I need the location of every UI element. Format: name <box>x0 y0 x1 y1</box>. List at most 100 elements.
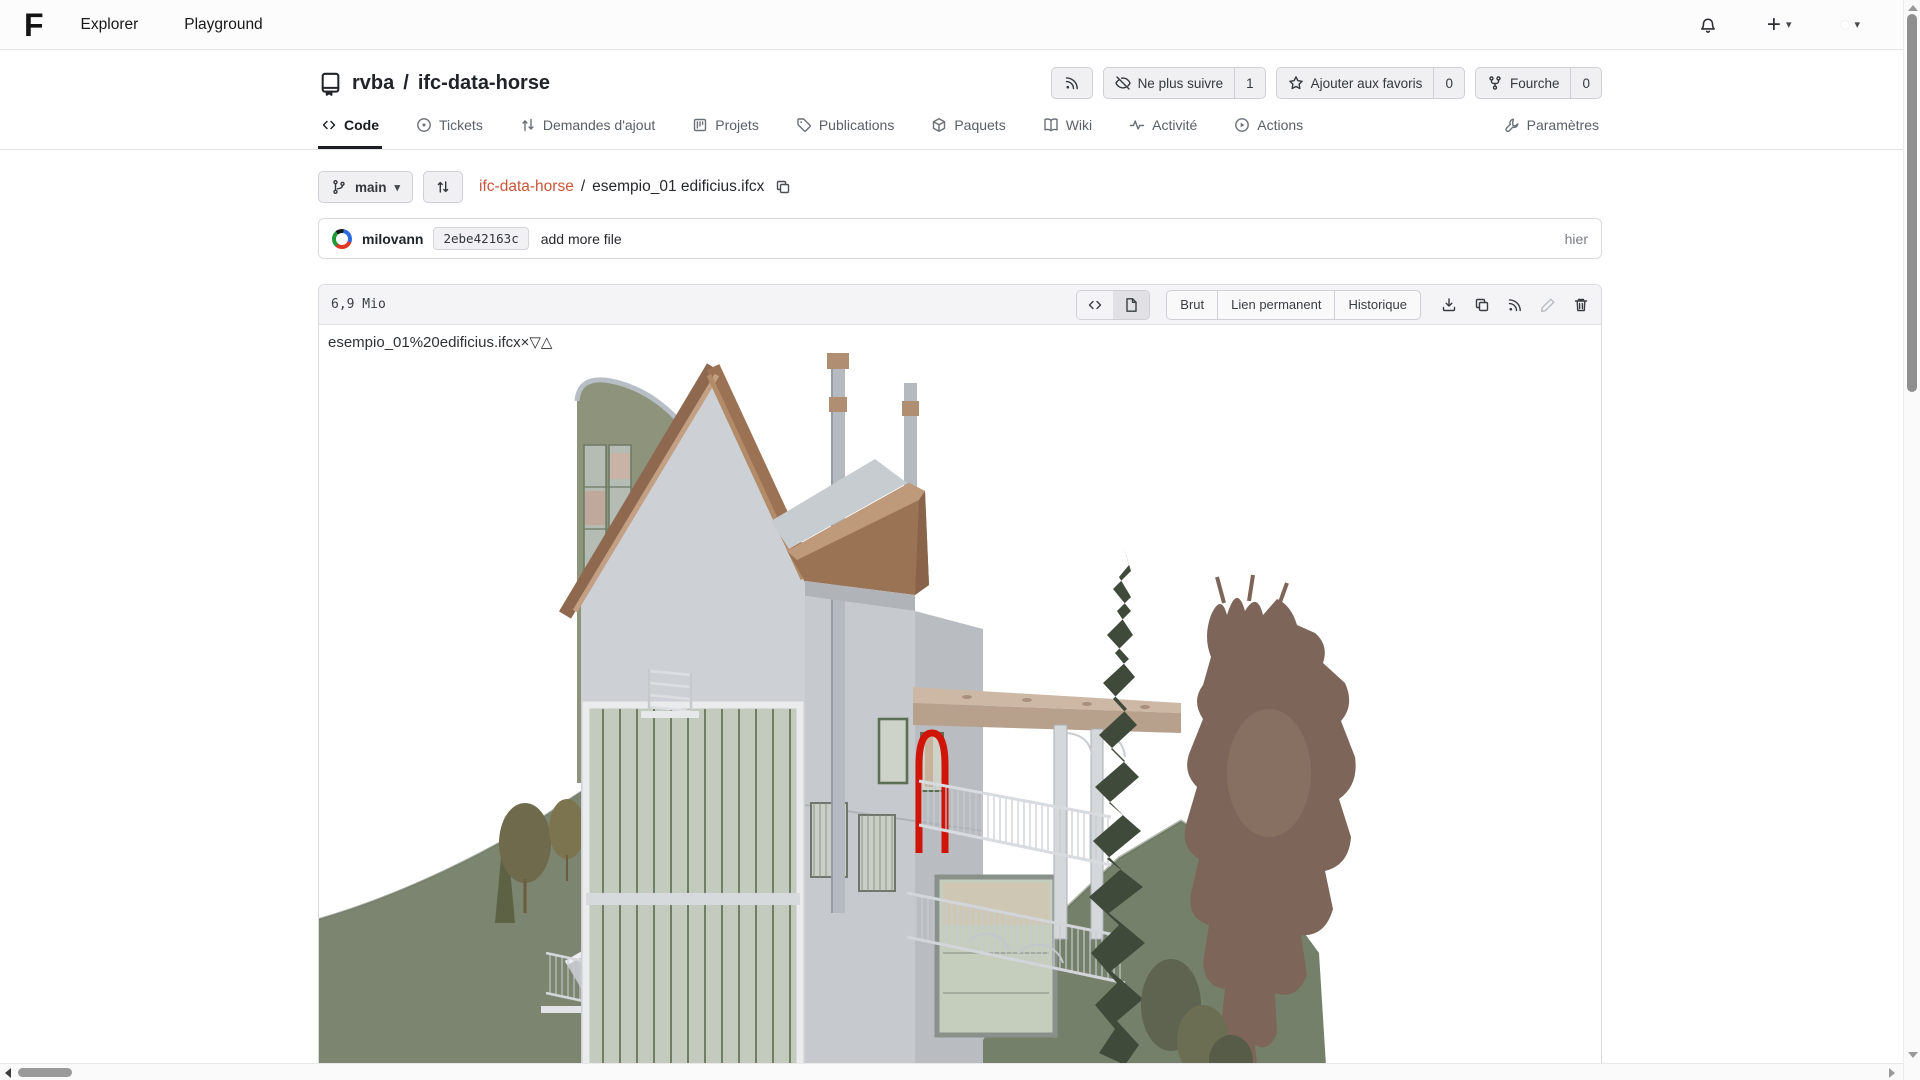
commit-author-avatar[interactable] <box>332 229 352 249</box>
create-new-button[interactable]: + ▾ <box>1767 13 1792 37</box>
raw-button[interactable]: Brut <box>1167 291 1217 319</box>
view-mode-toggle <box>1076 290 1150 320</box>
file-size: 6,9 Mio <box>331 297 386 312</box>
pull-request-icon <box>520 117 536 133</box>
scroll-right-arrow[interactable] <box>1889 1068 1895 1078</box>
tab-issues[interactable]: Tickets <box>413 111 486 149</box>
rss-icon <box>1064 75 1080 91</box>
file-header: 6,9 Mio Brut Lien permanent Historique <box>319 285 1601 325</box>
nav-item-playground[interactable]: Playground <box>184 16 262 34</box>
fork-icon <box>1487 75 1503 91</box>
compare-arrows-icon <box>435 179 451 195</box>
file-view-box: 6,9 Mio Brut Lien permanent Historique <box>318 284 1602 1080</box>
nav-item-explorer[interactable]: Explorer <box>81 16 139 34</box>
repo-owner[interactable]: rvba <box>352 72 394 95</box>
commit-sha-link[interactable]: 2ebe42163c <box>433 227 528 250</box>
download-button[interactable] <box>1441 297 1457 313</box>
forks-count[interactable]: 0 <box>1570 68 1601 98</box>
tab-actions[interactable]: Actions <box>1231 111 1306 149</box>
delete-file-button[interactable] <box>1573 297 1589 313</box>
repo-title: rvba / ifc-data-horse <box>318 71 550 96</box>
commit-author-name[interactable]: milovann <box>362 231 423 247</box>
fork-button[interactable]: Fourche <box>1476 68 1571 98</box>
repo-tabs: Code Tickets Demandes d'ajout Projets Pu… <box>318 111 1602 149</box>
chevron-down-icon: ▾ <box>395 181 401 194</box>
unwatch-button[interactable]: Ne plus suivre <box>1104 68 1235 98</box>
code-icon <box>321 117 337 133</box>
breadcrumb-repo-link[interactable]: ifc-data-horse <box>479 178 574 196</box>
project-board-icon <box>692 117 708 133</box>
permalink-button[interactable]: Lien permanent <box>1217 291 1334 319</box>
notifications-button[interactable] <box>1699 16 1717 34</box>
stars-count[interactable]: 0 <box>1433 68 1464 98</box>
tab-projects[interactable]: Projets <box>689 111 762 149</box>
ifc-3d-render[interactable] <box>319 353 1601 1080</box>
breadcrumb-separator: / <box>581 178 585 196</box>
horizontal-scroll-thumb[interactable] <box>18 1068 72 1077</box>
git-branch-icon <box>331 179 347 195</box>
bell-icon <box>1699 16 1717 34</box>
breadcrumb-file-name: esempio_01 edificius.ifcx <box>592 178 764 196</box>
top-navbar: F Explorer Playground + ▾ ▾ <box>0 0 1920 50</box>
horizontal-scrollbar[interactable] <box>0 1063 1903 1080</box>
trash-icon <box>1573 297 1589 313</box>
repository-icon <box>318 71 343 96</box>
scroll-left-arrow[interactable] <box>5 1068 11 1078</box>
fork-label: Fourche <box>1510 76 1560 91</box>
watchers-count[interactable]: 1 <box>1234 68 1265 98</box>
tab-settings[interactable]: Paramètres <box>1501 111 1602 149</box>
tab-releases[interactable]: Publications <box>793 111 898 149</box>
view-rendered-button[interactable] <box>1113 291 1149 319</box>
eye-slash-icon <box>1115 75 1131 91</box>
code-icon <box>1087 297 1103 313</box>
compare-button[interactable] <box>423 171 463 203</box>
scroll-up-arrow[interactable] <box>1908 5 1918 11</box>
repo-header-section: rvba / ifc-data-horse Ne plus suivre 1 <box>0 50 1920 150</box>
package-icon <box>931 117 947 133</box>
tab-wiki[interactable]: Wiki <box>1040 111 1095 149</box>
forgejo-logo[interactable]: F <box>24 9 43 41</box>
unwatch-label: Ne plus suivre <box>1138 76 1224 91</box>
edit-file-button <box>1540 297 1556 313</box>
branch-name: main <box>355 180 387 195</box>
vertical-scroll-thumb[interactable] <box>1907 14 1917 392</box>
tab-packages[interactable]: Paquets <box>928 111 1008 149</box>
user-menu-button[interactable]: ▾ <box>1841 18 1860 31</box>
commit-time: hier <box>1565 231 1588 247</box>
scroll-down-arrow[interactable] <box>1908 1052 1918 1058</box>
tab-pull-requests[interactable]: Demandes d'ajout <box>517 111 658 149</box>
vertical-scrollbar[interactable] <box>1903 0 1920 1080</box>
file-rss-button[interactable] <box>1507 297 1523 313</box>
star-icon <box>1288 75 1304 91</box>
issue-circle-icon <box>416 117 432 133</box>
tab-activity[interactable]: Activité <box>1126 111 1200 149</box>
star-button[interactable]: Ajouter aux favoris <box>1277 68 1434 98</box>
file-icon <box>1123 297 1139 313</box>
branch-bar: main ▾ ifc-data-horse / esempio_01 edifi… <box>318 171 1602 203</box>
branch-selector[interactable]: main ▾ <box>318 171 413 203</box>
chevron-down-icon: ▾ <box>1854 18 1860 31</box>
view-source-button[interactable] <box>1077 291 1113 319</box>
copy-content-button[interactable] <box>1474 297 1490 313</box>
plus-icon: + <box>1767 13 1781 37</box>
ifc-viewer-title[interactable]: esempio_01%20edificius.ifcx×▽△ <box>319 325 1601 353</box>
breadcrumb: ifc-data-horse / esempio_01 edificius.if… <box>479 178 791 196</box>
pulse-icon <box>1129 117 1145 133</box>
pencil-icon <box>1540 297 1556 313</box>
chevron-down-icon: ▾ <box>1786 18 1792 31</box>
repo-separator: / <box>403 72 409 95</box>
rss-feed-button[interactable] <box>1052 68 1092 98</box>
play-circle-icon <box>1234 117 1250 133</box>
copy-icon <box>1474 297 1490 313</box>
tag-icon <box>796 117 812 133</box>
repo-name[interactable]: ifc-data-horse <box>418 72 550 95</box>
history-button[interactable]: Historique <box>1334 291 1420 319</box>
latest-commit-bar: milovann 2ebe42163c add more file hier <box>318 218 1602 259</box>
star-label: Ajouter aux favoris <box>1311 76 1423 91</box>
book-icon <box>1043 117 1059 133</box>
file-action-buttons: Brut Lien permanent Historique <box>1166 290 1421 320</box>
tab-code[interactable]: Code <box>318 111 382 149</box>
rss-icon <box>1507 297 1523 313</box>
commit-message[interactable]: add more file <box>541 231 622 247</box>
copy-path-button[interactable] <box>775 179 791 195</box>
